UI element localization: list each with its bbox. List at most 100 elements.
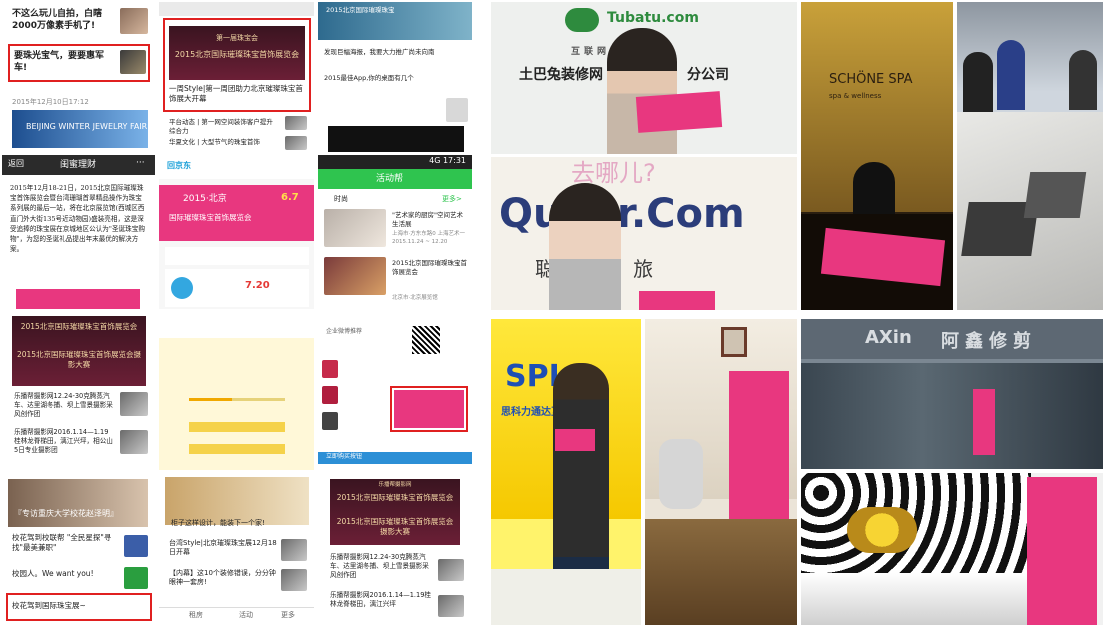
list-thumbnail bbox=[438, 595, 464, 617]
nav-tab-more[interactable]: 更多 bbox=[281, 611, 295, 620]
ad-thumbnail[interactable] bbox=[322, 386, 338, 404]
shop-logo[interactable]: 回京东 bbox=[167, 161, 191, 172]
list-thumbnail bbox=[120, 392, 148, 416]
grid-label: 企业微博推荐 bbox=[326, 328, 363, 335]
tile-event-app: 4G 17:31 活动帮 时尚 更多> "艺术家的厨房"空间艺术生活展 上海市·… bbox=[318, 155, 472, 309]
nav-tab-events[interactable]: 活动 bbox=[239, 611, 253, 620]
list-thumbnail bbox=[285, 116, 307, 130]
category-tab[interactable]: 时尚 bbox=[334, 195, 348, 204]
list-item[interactable]: 校园人。We want you! bbox=[12, 569, 122, 579]
list-item[interactable]: 台湾Style|北京璀璨珠宝展12月18日开幕 bbox=[169, 539, 277, 558]
footer-bar: 立即购买按钮 bbox=[318, 452, 472, 464]
tubatu-company-name: 土巴兔装修网 bbox=[519, 67, 603, 83]
flowers bbox=[847, 507, 917, 553]
promo-title: 国际璀璨珠宝首饰展览会 bbox=[169, 213, 252, 222]
status-bar-text: 4G 17:31 bbox=[429, 156, 466, 165]
tile-photo-contest-2: 乐播帮摄影网 2015北京国际璀璨珠宝首饰展览会 2015北京国际璀璨珠宝首饰展… bbox=[318, 473, 472, 625]
tile-ad-grid: 企业微博推荐 立即购买按钮 bbox=[318, 312, 472, 470]
store-sign-name: 阿鑫修剪 bbox=[941, 331, 1037, 352]
person bbox=[997, 40, 1025, 110]
contest-banner[interactable]: 2015北京国际璀璨珠宝首饰展览会 2015北京国际璀璨珠宝首饰展览会摄影大赛 bbox=[12, 316, 146, 386]
highlighted-article[interactable]: 要珠光宝气，要要惠军车! bbox=[14, 50, 114, 74]
tile-decor-article: 柜子这样设计，能装下一个家! 台湾Style|北京璀璨珠宝展12月18日开幕 【… bbox=[159, 473, 314, 625]
article-hero-photo[interactable]: 『专访重庆大学校花赵泽明』 bbox=[8, 479, 148, 527]
photo-storefront: AXin 阿鑫修剪 bbox=[801, 319, 1103, 469]
banner-caption[interactable]: 一周Style|第一周团助力北京璀璨珠宝首饰展大开幕 bbox=[169, 84, 305, 104]
list-item[interactable]: 平台动态 | 第一网空间装饰客户提升综合力 bbox=[169, 118, 279, 136]
wechat-header: 返回 闺蜜理财 ··· bbox=[2, 155, 155, 175]
tile-campus-article: 『专访重庆大学校花赵泽明』 校花驾到校联帮 "全民星探"寻找"最美兼职" 校园人… bbox=[2, 473, 155, 625]
tubatu-company-tail: 分公司 bbox=[687, 67, 729, 83]
ad-thumbnail[interactable] bbox=[322, 412, 338, 430]
video-player[interactable] bbox=[328, 126, 464, 152]
person bbox=[963, 52, 993, 112]
tile-article-selfie: 不这么玩儿自拍，白瞎2000万像素手机了! 要珠光宝气，要要惠军车! 2015年… bbox=[2, 2, 155, 152]
list-thumbnail bbox=[285, 136, 307, 150]
back-button[interactable]: 返回 bbox=[8, 159, 24, 170]
app-header: 活动帮 bbox=[318, 169, 472, 189]
article-timestamp: 2015年12月10日17:12 bbox=[12, 98, 89, 106]
highlighted-article[interactable]: 校花驾到国际珠宝展~ bbox=[12, 601, 86, 611]
tubatu-url: Tubatu.com bbox=[607, 10, 699, 26]
list-thumbnail bbox=[124, 535, 148, 557]
photo-spi-office: SPI 思科力通达互联网 bbox=[491, 319, 641, 625]
ad-thumbnail[interactable] bbox=[322, 360, 338, 378]
list-item[interactable]: 华夏文化 | 大型节气的珠宝首饰 bbox=[169, 138, 279, 147]
shop-icons-row bbox=[165, 247, 309, 265]
contest-banner[interactable]: 乐播帮摄影网 2015北京国际璀璨珠宝首饰展览会 2015北京国际璀璨珠宝首饰展… bbox=[330, 479, 460, 545]
spa-logo-subtext: spa & wellness bbox=[829, 92, 882, 100]
list-item[interactable]: 校花驾到校联帮 "全民星探"寻找"最美兼职" bbox=[12, 533, 122, 553]
photo-salon-interior bbox=[645, 319, 797, 625]
floor bbox=[491, 569, 641, 625]
store-sign-brand: AXin bbox=[865, 327, 912, 348]
article-banner-image[interactable]: BEIJING WINTER JEWELRY FAIR bbox=[12, 110, 148, 148]
contest-banner-subtitle: 2015北京国际璀璨珠宝首饰展览会摄影大赛 bbox=[16, 350, 142, 370]
list-item[interactable]: 乐播帮摄影网12.24-30克腾蒸汽车、达里湖冬捕、坝上雪景摄影采风创作团 bbox=[14, 392, 114, 419]
feed-item[interactable]: 2015最佳App,你的桌面有几个 bbox=[324, 74, 444, 83]
rollup-banner bbox=[973, 389, 995, 455]
highlighted-ad[interactable] bbox=[394, 390, 464, 428]
list-item[interactable]: 【内幕】这10个装修错误，分分钟眼神一套房! bbox=[169, 569, 277, 588]
event-thumbnail bbox=[324, 209, 386, 247]
event-banner[interactable]: 第一届珠宝会 2015北京国际璀璨珠宝首饰展览会 bbox=[169, 26, 305, 80]
yellow-bar bbox=[189, 444, 285, 454]
chair bbox=[659, 439, 703, 509]
list-thumbnail bbox=[120, 430, 148, 454]
article-caption: 『专访重庆大学校花赵泽明』 bbox=[14, 509, 118, 518]
list-item[interactable]: 乐播帮摄影网2016.1.14—1.19桂林龙脊梯田，漓江兴坪，相公山5日专业摄… bbox=[14, 428, 114, 455]
contest-banner-subtitle: 2015北京国际璀璨珠宝首饰展览会摄影大赛 bbox=[336, 517, 454, 537]
feed-thumbnail bbox=[446, 98, 468, 122]
event-date: 2015.11.24 ~ 12.20 bbox=[392, 239, 448, 245]
storefront-windows bbox=[801, 363, 1103, 469]
article-hero-photo[interactable] bbox=[165, 477, 309, 525]
footer-label: 立即购买按钮 bbox=[326, 453, 363, 460]
hero-tag: 2015北京国际璀璨珠宝 bbox=[326, 6, 395, 14]
person bbox=[853, 162, 895, 218]
rollup-banner bbox=[1027, 477, 1097, 625]
more-menu-icon[interactable]: ··· bbox=[136, 157, 145, 169]
list-thumbnail bbox=[438, 559, 464, 581]
feed-item[interactable]: 发现巨幅海报，我要大力推广尚未向南 bbox=[324, 48, 470, 57]
more-link[interactable]: 更多> bbox=[442, 195, 462, 204]
list-thumbnail bbox=[124, 567, 148, 589]
tile-article-list: 第一届珠宝会 2015北京国际璀璨珠宝首饰展览会 一周Style|第一周团助力北… bbox=[159, 2, 314, 152]
list-item[interactable]: 乐播帮摄影网12.24-30克腾蒸汽车、达里湖冬捕、坝上雪景摄影采风创作团 bbox=[330, 553, 434, 580]
list-item[interactable]: 乐播帮摄影网2016.1.14—1.19桂林龙脊梯田，漓江兴坪 bbox=[330, 591, 434, 609]
event-thumbnail bbox=[324, 257, 386, 295]
event-title[interactable]: 2015北京国际璀璨珠宝首饰展览会 bbox=[392, 259, 468, 277]
promo-banner[interactable]: 2015·北京 国际璀璨珠宝首饰展览会 6.7 bbox=[159, 185, 314, 241]
nav-tab-rent[interactable]: 租房 bbox=[189, 611, 203, 620]
event-title[interactable]: "艺术家的厨房"空间艺术生活展 bbox=[392, 211, 468, 229]
qunar-logo-text: Qunar.Com bbox=[499, 191, 745, 237]
yellow-bar bbox=[189, 422, 285, 432]
article-headline[interactable]: 不这么玩儿自拍，白瞎2000万像素手机了! bbox=[12, 8, 112, 32]
shop-product-card[interactable]: 7.20 bbox=[165, 269, 309, 307]
nav-divider bbox=[159, 607, 314, 608]
tile-shop-page: 回京东 2015·北京 国际璀璨珠宝首饰展览会 6.7 7.20 bbox=[159, 155, 314, 309]
article-footer-banner[interactable] bbox=[16, 289, 140, 309]
tile-photo-contest: 2015北京国际璀璨珠宝首饰展览会 2015北京国际璀璨珠宝首饰展览会摄影大赛 … bbox=[2, 312, 155, 470]
held-flyer bbox=[555, 429, 595, 451]
article-thumbnail bbox=[120, 50, 146, 74]
feed-hero-image[interactable]: 2015北京国际璀璨珠宝 bbox=[318, 2, 472, 40]
article-body: 2015年12月18-21日，2015北京国际璀璨珠宝首饰展览会暨台湾珊瑚首翠精… bbox=[10, 184, 145, 254]
